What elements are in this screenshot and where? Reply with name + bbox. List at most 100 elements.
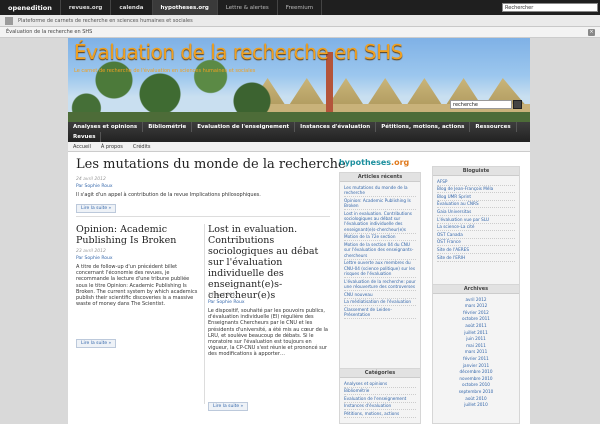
list-item[interactable]: août 2011 bbox=[437, 322, 515, 329]
list-item[interactable]: Site de l'AERES bbox=[437, 246, 515, 254]
platform-description: Plateforme de carnets de recherche en sc… bbox=[18, 17, 193, 24]
list-item[interactable]: Bibliométrie bbox=[344, 388, 416, 396]
list-item[interactable]: octobre 2011 bbox=[437, 316, 515, 323]
list-item[interactable]: Motion de la section 04 du CNU sur l'éva… bbox=[344, 241, 416, 260]
list-item[interactable]: OST Canada bbox=[437, 231, 515, 239]
sub-menu: Accueil À propos Crédits bbox=[68, 142, 530, 152]
blog-search-input[interactable]: recherche bbox=[450, 100, 512, 109]
top-navbar: openedition revues.org calenda hypothese… bbox=[0, 0, 600, 15]
list-item[interactable]: août 2010 bbox=[437, 395, 515, 402]
list-item[interactable]: L'évaluation de la recherche: pour une r… bbox=[344, 278, 416, 292]
list-item[interactable]: Analyses et opinions bbox=[344, 380, 416, 388]
post-right-excerpt: Le dispositif, souhaité par les pouvoirs… bbox=[208, 308, 328, 358]
list-item[interactable]: La science-La cité bbox=[437, 224, 515, 232]
close-icon[interactable]: × bbox=[588, 29, 595, 36]
list-item[interactable]: décembre 2010 bbox=[437, 369, 515, 376]
list-item[interactable]: Lost in evaluation. Contributions sociol… bbox=[344, 210, 416, 234]
list-item[interactable]: mars 2011 bbox=[437, 349, 515, 356]
submenu-a-propos[interactable]: À propos bbox=[96, 144, 128, 150]
search-button[interactable] bbox=[513, 100, 522, 109]
lead-post-title[interactable]: Les mutations du monde de la recherche bbox=[76, 157, 346, 172]
platform-logo-icon bbox=[5, 16, 13, 25]
menu-ressources[interactable]: Ressources bbox=[470, 122, 517, 132]
list-item[interactable]: mai 2011 bbox=[437, 342, 515, 349]
site-title[interactable]: Évaluation de la recherche en SHS bbox=[74, 40, 403, 64]
list-item[interactable]: février 2011 bbox=[437, 355, 515, 362]
list-item[interactable]: novembre 2010 bbox=[437, 375, 515, 382]
menu-petitions[interactable]: Pétitions, motions, actions bbox=[376, 122, 471, 132]
list-item[interactable]: Classement de Leiden-Présentation bbox=[344, 306, 416, 320]
nav-revues[interactable]: revues.org bbox=[61, 0, 112, 15]
post-left-author[interactable]: Par Sophie Roux bbox=[76, 256, 113, 261]
archives-heading: Archives bbox=[433, 285, 519, 294]
post-right-date: 23 avril 2012 bbox=[208, 293, 238, 298]
blog-page: Évaluation de la recherche en SHS Le car… bbox=[68, 38, 530, 424]
list-item[interactable]: Evaluation de l'enseignement bbox=[344, 395, 416, 403]
archives-widget: Archives avril 2012 mars 2012 février 20… bbox=[432, 284, 520, 424]
menu-analyses-opinions[interactable]: Analyses et opinions bbox=[68, 122, 144, 132]
site-tagline: Le carnet de recherche de l'évaluation e… bbox=[74, 68, 256, 74]
breadcrumb[interactable]: Évaluation de la recherche en SHS bbox=[6, 29, 92, 35]
post-right-title[interactable]: Lost in evaluation. Contributions sociol… bbox=[208, 224, 330, 301]
list-item[interactable]: Site de l'ERIH bbox=[437, 254, 515, 262]
menu-instances-evaluation[interactable]: Instances d'évaluation bbox=[295, 122, 377, 132]
archives-list: avril 2012 mars 2012 février 2012 octobr… bbox=[433, 294, 519, 410]
post-right-read-more-button[interactable]: Lire la suite » bbox=[208, 402, 249, 411]
list-item[interactable]: La médiatisation de l'évaluation bbox=[344, 299, 416, 307]
post-left-read-more-button[interactable]: Lire la suite » bbox=[76, 339, 117, 348]
nav-calenda[interactable]: calenda bbox=[111, 0, 153, 15]
list-item[interactable]: juillet 2010 bbox=[437, 402, 515, 409]
nav-lettre-alertes[interactable]: Lettre & alertes bbox=[218, 0, 278, 15]
recent-articles-widget: Articles récents Les mutations du monde … bbox=[339, 172, 421, 394]
lead-post-author[interactable]: Par Sophie Roux bbox=[76, 184, 113, 189]
lead-post-excerpt: Il s'agit d'un appel à contribution de l… bbox=[76, 192, 261, 198]
list-item[interactable]: AFSP bbox=[437, 178, 515, 186]
blogroll-list: AFSP Blog de Jean-François Méla Blog UMR… bbox=[433, 176, 519, 264]
column-divider bbox=[204, 224, 205, 404]
list-item[interactable]: OST France bbox=[437, 239, 515, 247]
post-left-title[interactable]: Opinion: Academic Publishing Is Broken bbox=[76, 224, 198, 246]
main-menu: Analyses et opinions Bibliométrie Evalua… bbox=[68, 122, 530, 142]
top-search-input[interactable]: Rechercher bbox=[502, 3, 598, 12]
list-item[interactable]: Les mutations du monde de la recherche bbox=[344, 184, 416, 197]
list-item[interactable]: Blog UMR Sprint bbox=[437, 193, 515, 201]
list-item[interactable]: Évaluation au CNRS bbox=[437, 201, 515, 209]
list-item[interactable]: Instances d'évaluation bbox=[344, 403, 416, 411]
post-right-author[interactable]: Par Sophie Roux bbox=[208, 300, 245, 305]
list-item[interactable]: janvier 2011 bbox=[437, 362, 515, 369]
list-item[interactable]: Blog de Jean-François Méla bbox=[437, 186, 515, 194]
list-item[interactable]: Motion de la 72e section bbox=[344, 234, 416, 242]
breadcrumb-bar: Évaluation de la recherche en SHS × bbox=[0, 27, 600, 38]
nav-openedition[interactable]: openedition bbox=[0, 0, 61, 15]
lead-post-date: 24 avril 2012 bbox=[76, 177, 106, 182]
list-item[interactable]: septembre 2010 bbox=[437, 388, 515, 395]
list-item[interactable]: octobre 2010 bbox=[437, 382, 515, 389]
list-item[interactable]: février 2012 bbox=[437, 309, 515, 316]
list-item[interactable]: juin 2011 bbox=[437, 336, 515, 343]
hypotheses-logo[interactable]: hypotheses.org bbox=[339, 158, 409, 167]
blogroll-heading: Bloguiste bbox=[433, 167, 519, 176]
list-item[interactable]: Opinion: Academic Publishing Is Broken bbox=[344, 197, 416, 210]
submenu-accueil[interactable]: Accueil bbox=[68, 144, 96, 150]
menu-revues[interactable]: Revues bbox=[68, 132, 102, 142]
divider bbox=[76, 216, 330, 217]
list-item[interactable]: CNU nouveau bbox=[344, 291, 416, 299]
list-item[interactable]: juillet 2011 bbox=[437, 329, 515, 336]
list-item[interactable]: L'évaluation vue par SLU bbox=[437, 216, 515, 224]
list-item[interactable]: avril 2012 bbox=[437, 296, 515, 303]
list-item[interactable]: Gaia Universitas bbox=[437, 208, 515, 216]
list-item[interactable]: mars 2012 bbox=[437, 303, 515, 310]
recent-articles-heading: Articles récents bbox=[340, 173, 420, 182]
post-left-excerpt: A titre de follow-up d'un précédent bill… bbox=[76, 264, 198, 308]
menu-bibliometrie[interactable]: Bibliométrie bbox=[143, 122, 193, 132]
nav-freemium[interactable]: Freemium bbox=[278, 0, 323, 15]
list-item[interactable]: Pétitions, motions, actions bbox=[344, 410, 416, 418]
nav-hypotheses[interactable]: hypotheses.org bbox=[152, 0, 218, 15]
categories-widget: Catégories Analyses et opinions Bibliomé… bbox=[339, 368, 421, 424]
menu-evaluation-enseignement[interactable]: Evaluation de l'enseignement bbox=[192, 122, 296, 132]
lead-read-more-button[interactable]: Lire la suite » bbox=[76, 204, 117, 213]
submenu-credits[interactable]: Crédits bbox=[128, 144, 156, 150]
recent-articles-list: Les mutations du monde de la recherche O… bbox=[340, 182, 420, 321]
list-item[interactable]: Lettre ouverte aux membres du CNU-04 (sc… bbox=[344, 260, 416, 279]
platform-subbar: Plateforme de carnets de recherche en sc… bbox=[0, 15, 600, 27]
